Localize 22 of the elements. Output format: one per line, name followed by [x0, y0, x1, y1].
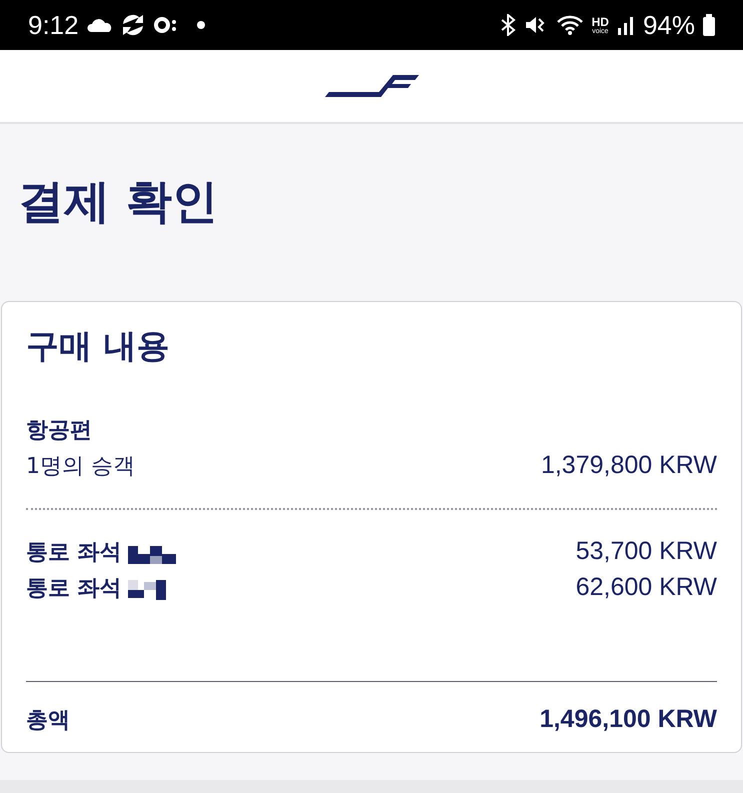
total-label: 총액: [26, 707, 70, 736]
battery-icon: [703, 14, 715, 36]
seat-price: 62,600 KRW: [576, 572, 717, 604]
seat-label: 통로 좌석: [26, 539, 122, 568]
app-icon: [152, 16, 179, 34]
seat-price: 53,700 KRW: [576, 536, 717, 568]
bluetooth-icon: [500, 14, 516, 36]
flight-label: 항공편: [26, 417, 92, 446]
passenger-count: 1명의 승객: [26, 453, 135, 482]
flight-price: 1,379,800 KRW: [540, 450, 717, 482]
sync-icon: [120, 14, 145, 36]
dot-icon: [196, 21, 205, 29]
clock: 9:12: [28, 10, 79, 40]
card-heading: 구매 내용: [26, 325, 170, 368]
battery-percent: 94%: [642, 10, 695, 40]
logo-icon: [324, 75, 418, 97]
cloud-icon: [86, 18, 113, 32]
page-title: 결제 확인: [18, 174, 220, 230]
signal-icon: [616, 15, 635, 35]
seat-label: 통로 좌석: [26, 575, 122, 604]
total-price: 1,496,100 KRW: [540, 704, 717, 736]
wifi-icon: [556, 14, 584, 36]
